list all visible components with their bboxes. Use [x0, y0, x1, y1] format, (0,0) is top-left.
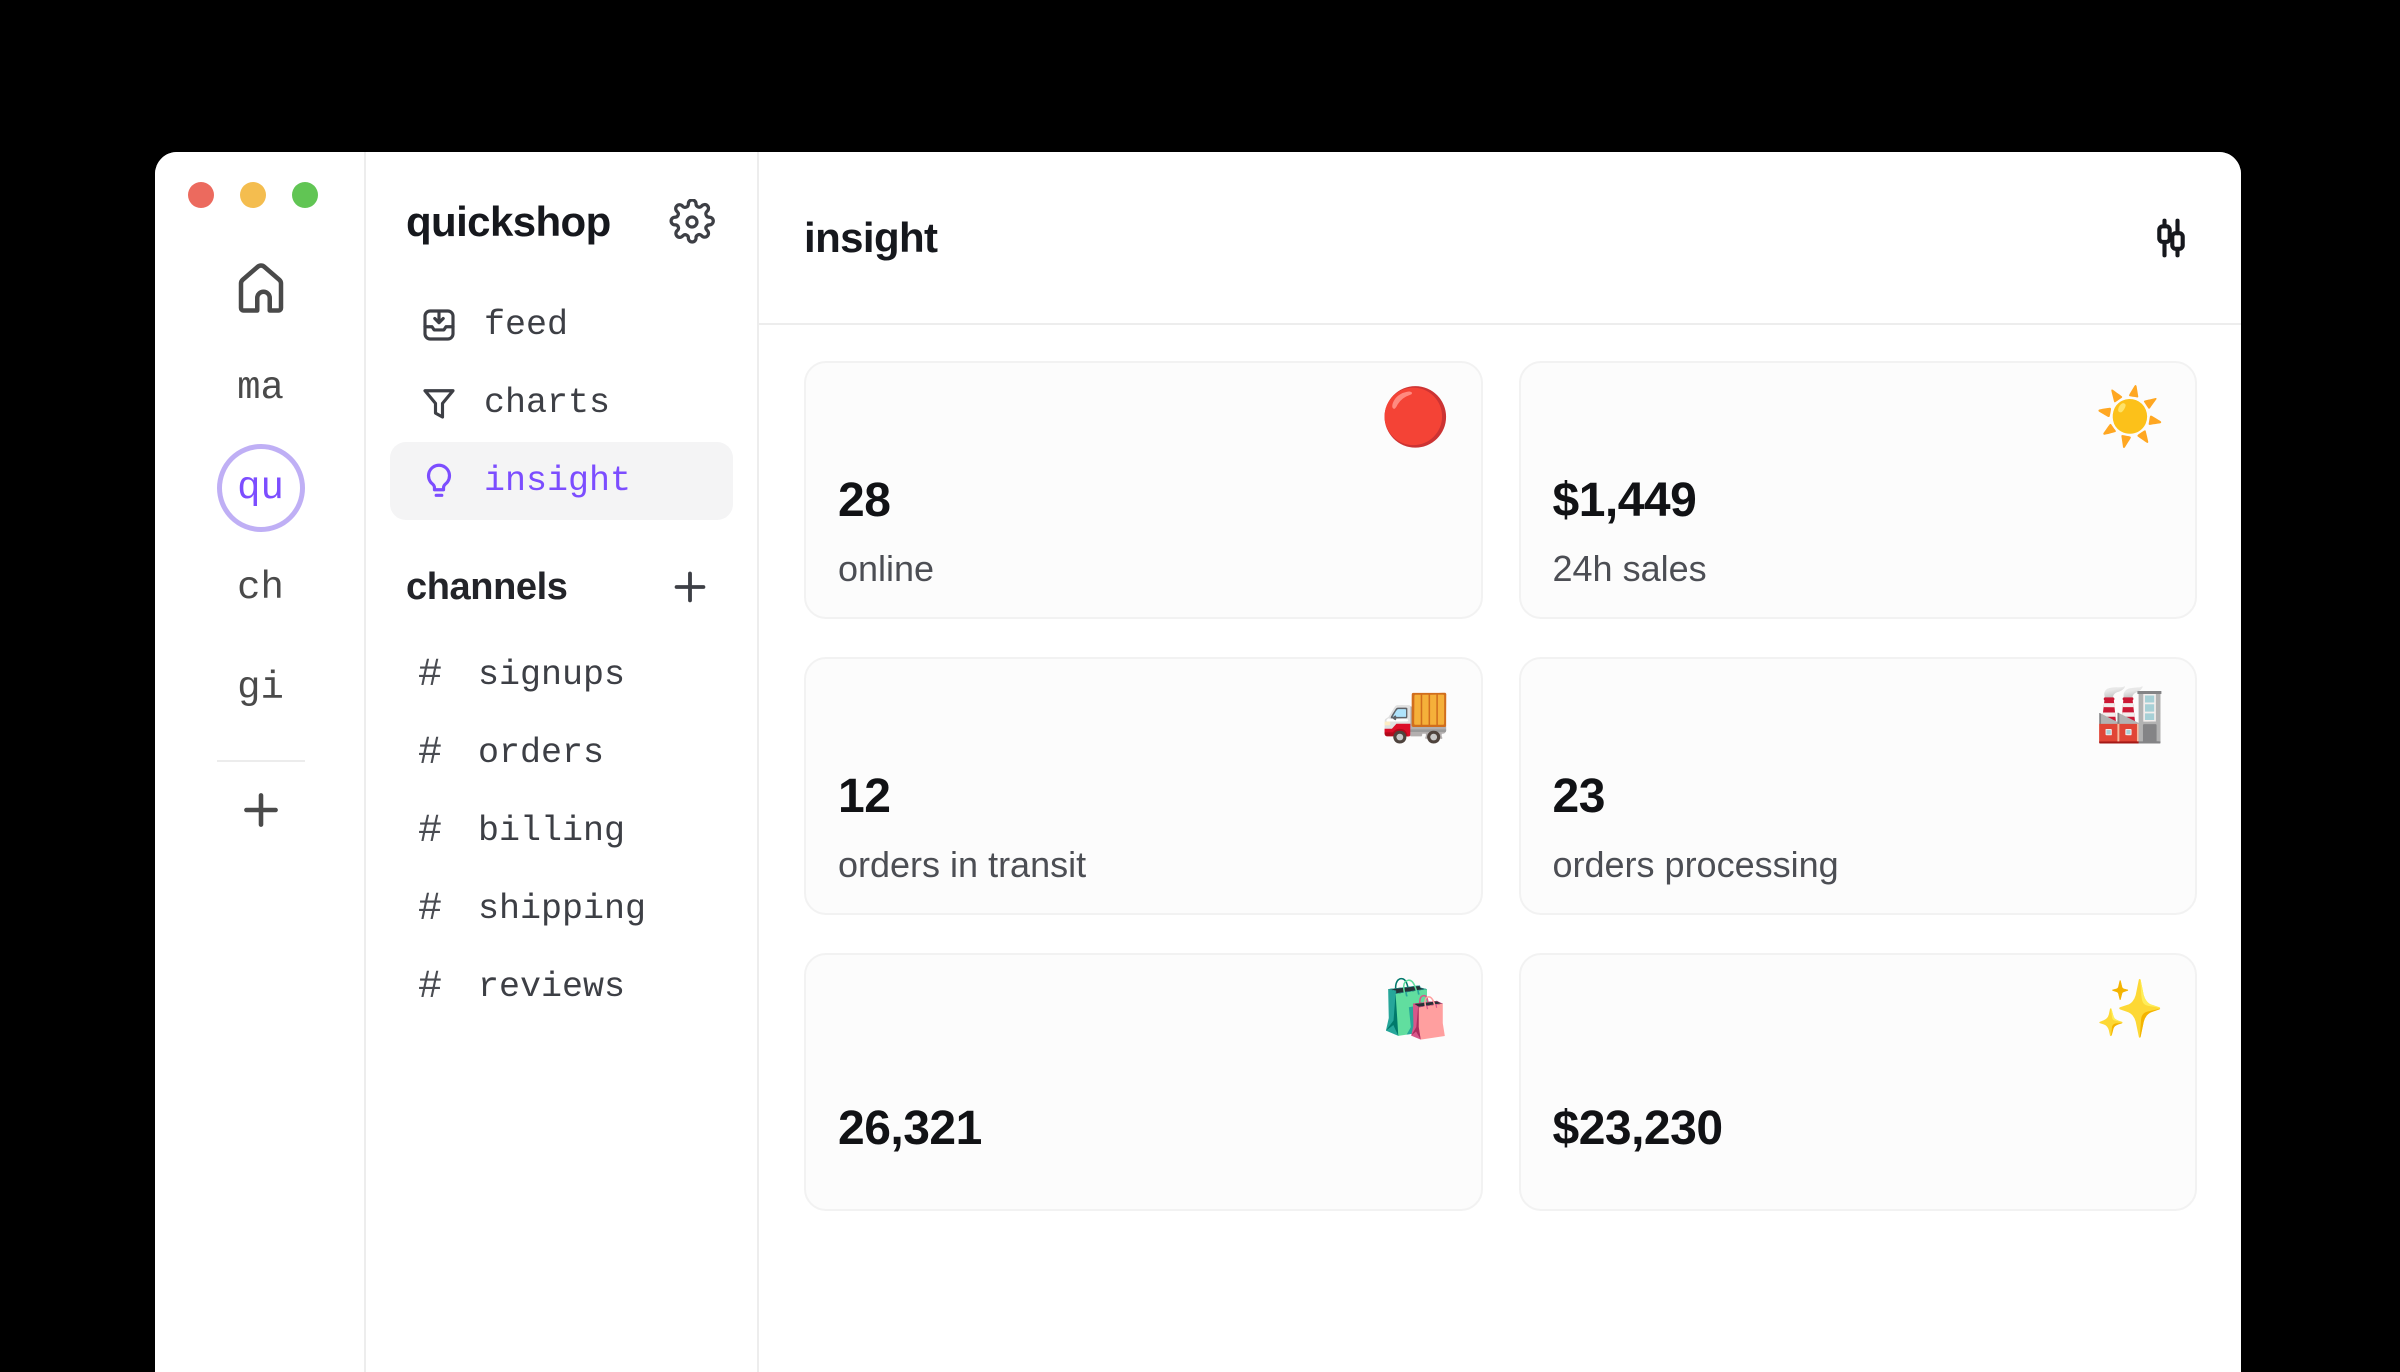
sliders-vertical-icon	[2145, 251, 2197, 268]
workspace-list: ma qu ch gi	[155, 238, 366, 862]
spacer	[1553, 389, 2166, 477]
sidebar-item-insight[interactable]: insight	[390, 442, 733, 520]
hash-icon: #	[418, 653, 456, 698]
list-item[interactable]: # signups	[390, 636, 733, 714]
metric-label: orders processing	[1553, 847, 2166, 883]
sidebar-item-workspace-ch[interactable]: ch	[155, 538, 366, 638]
channel-label: shipping	[478, 889, 646, 929]
channels-section-header: channels	[366, 520, 757, 610]
spacer	[1553, 981, 2166, 1105]
spacer	[1553, 685, 2166, 773]
channel-label: orders	[478, 733, 604, 773]
metric-card-revenue[interactable]: ✨ $23,230	[1519, 953, 2198, 1211]
factory-emoji: 🏭	[2095, 685, 2165, 741]
maximize-window-button[interactable]	[292, 182, 318, 208]
main-panel: insight 🔴	[759, 152, 2241, 1372]
home-button[interactable]	[155, 238, 366, 338]
workspace-rail: ma qu ch gi	[155, 152, 366, 1372]
metric-card-24h-sales[interactable]: ☀️ $1,449 24h sales	[1519, 361, 2198, 619]
list-item[interactable]: # billing	[390, 792, 733, 870]
channel-label: signups	[478, 655, 625, 695]
workspace-label: gi	[237, 666, 284, 710]
list-item[interactable]: # reviews	[390, 948, 733, 1026]
metric-card-orders-processing[interactable]: 🏭 23 orders processing	[1519, 657, 2198, 915]
sidebar-item-feed[interactable]: feed	[390, 286, 733, 364]
inbox-download-icon	[418, 304, 460, 346]
sidebar-header: quickshop	[366, 152, 757, 246]
sidebar-item-charts[interactable]: charts	[390, 364, 733, 442]
app-window: ma qu ch gi	[155, 152, 2241, 1372]
channel-list: # signups # orders # billing # shipping …	[366, 636, 757, 1026]
traffic-light-group	[188, 182, 318, 208]
page-title: insight	[804, 214, 937, 262]
add-workspace-button[interactable]	[155, 762, 366, 862]
list-item[interactable]: # shipping	[390, 870, 733, 948]
sidebar-item-label: feed	[484, 305, 568, 345]
red-circle-emoji: 🔴	[1381, 389, 1451, 445]
hash-icon: #	[418, 887, 456, 932]
spacer	[838, 981, 1451, 1105]
metric-value: $1,449	[1553, 477, 2166, 525]
sidebar-item-workspace-gi[interactable]: gi	[155, 638, 366, 738]
screen: ma qu ch gi	[0, 0, 2400, 1372]
metric-card-orders-in-transit[interactable]: 🚚 12 orders in transit	[804, 657, 1483, 915]
workspace-label: ch	[237, 566, 284, 610]
hash-icon: #	[418, 965, 456, 1010]
channel-label: reviews	[478, 967, 625, 1007]
sidebar-nav: feed charts	[366, 286, 757, 520]
metric-label: online	[838, 551, 1451, 587]
sidebar-item-workspace-qu[interactable]: qu	[155, 438, 366, 538]
home-icon	[231, 258, 291, 318]
delivery-truck-emoji: 🚚	[1381, 685, 1451, 741]
metric-value: 12	[838, 773, 1451, 821]
add-channel-button[interactable]	[667, 564, 713, 610]
gear-icon	[669, 232, 715, 249]
workspace-title: quickshop	[406, 198, 611, 246]
hash-icon: #	[418, 809, 456, 854]
metric-label: 24h sales	[1553, 551, 2166, 587]
channel-label: billing	[478, 811, 625, 851]
sparkles-emoji: ✨	[2095, 981, 2165, 1037]
close-window-button[interactable]	[188, 182, 214, 208]
funnel-icon	[418, 382, 460, 424]
sidebar-item-workspace-ma[interactable]: ma	[155, 338, 366, 438]
main-header: insight	[759, 152, 2241, 325]
workspace-label: qu	[237, 466, 284, 510]
spacer	[838, 389, 1451, 477]
view-options-button[interactable]	[2145, 212, 2197, 264]
channels-section-title: channels	[406, 566, 568, 609]
metric-value: 23	[1553, 773, 2166, 821]
settings-button[interactable]	[669, 199, 715, 245]
list-item[interactable]: # orders	[390, 714, 733, 792]
metric-card-online[interactable]: 🔴 28 online	[804, 361, 1483, 619]
hash-icon: #	[418, 731, 456, 776]
metric-card-visitors[interactable]: 🛍️ 26,321	[804, 953, 1483, 1211]
shopping-bags-emoji: 🛍️	[1381, 981, 1451, 1037]
active-workspace-avatar[interactable]: qu	[217, 444, 305, 532]
sidebar: quickshop	[366, 152, 759, 1372]
metric-value: $23,230	[1553, 1105, 2166, 1153]
sidebar-item-label: insight	[484, 461, 631, 501]
metric-value: 26,321	[838, 1105, 1451, 1153]
workspace-label: ma	[237, 366, 284, 410]
metric-label: orders in transit	[838, 847, 1451, 883]
lightbulb-icon	[418, 460, 460, 502]
plus-icon	[236, 785, 286, 840]
sun-emoji: ☀️	[2095, 389, 2165, 445]
metric-card-grid: 🔴 28 online ☀️ $1,449 24h sales 🚚	[804, 361, 2197, 1211]
sidebar-item-label: charts	[484, 383, 610, 423]
metric-value: 28	[838, 477, 1451, 525]
insight-cards-area: 🔴 28 online ☀️ $1,449 24h sales 🚚	[759, 325, 2241, 1372]
plus-icon	[667, 597, 713, 614]
spacer	[838, 685, 1451, 773]
minimize-window-button[interactable]	[240, 182, 266, 208]
